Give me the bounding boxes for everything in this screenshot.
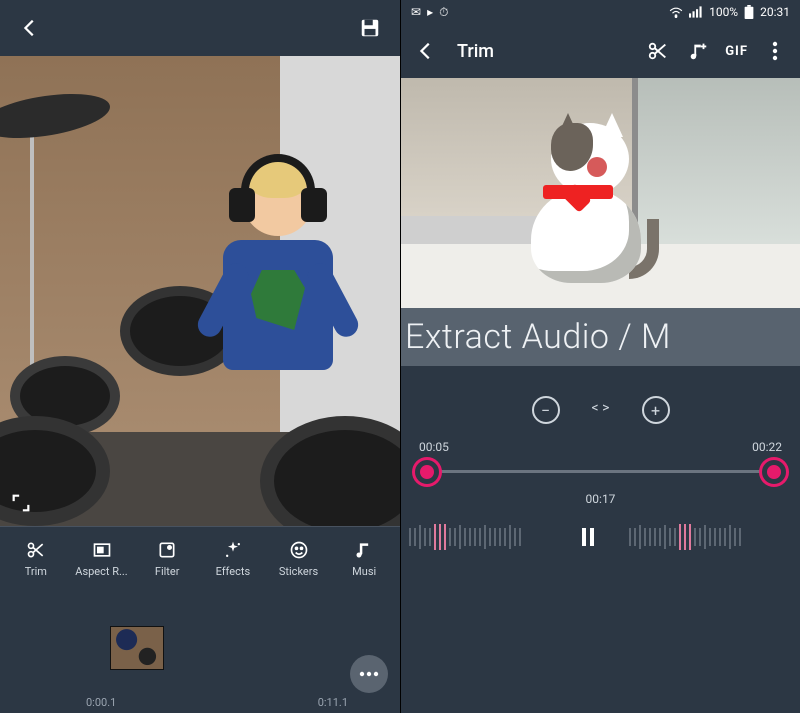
timeline[interactable]: 0:00.1 0:11.1 xyxy=(0,586,400,713)
expand-icon xyxy=(10,492,32,514)
tool-filter[interactable]: Filter xyxy=(135,535,199,582)
notification-play-icon: ▸ xyxy=(427,5,433,19)
cut-button[interactable] xyxy=(645,38,671,64)
notification-mail-icon: ✉ xyxy=(411,5,421,19)
tool-trim[interactable]: Trim xyxy=(4,535,68,582)
tool-label: Trim xyxy=(4,565,68,578)
trim-screen: ✉ ▸ ⏱ 100% 20:31 Trim xyxy=(400,0,800,713)
add-music-button[interactable] xyxy=(685,38,711,64)
zoom-controls: − < > + xyxy=(401,366,800,434)
notification-alarm-icon: ⏱ xyxy=(439,5,448,20)
page-title: Trim xyxy=(457,41,494,62)
tool-label: Effects xyxy=(201,565,265,578)
tool-stickers[interactable]: Stickers xyxy=(267,535,331,582)
arrow-left-icon xyxy=(19,17,41,39)
tool-row: Trim Aspect R... Filter Effects Stickers xyxy=(0,526,400,586)
scrub-ruler-right[interactable] xyxy=(629,520,793,554)
preview-content xyxy=(401,78,800,308)
video-preview[interactable] xyxy=(0,56,400,526)
back-button[interactable] xyxy=(16,14,44,42)
status-bar: ✉ ▸ ⏱ 100% 20:31 xyxy=(401,0,800,24)
trim-slider: 00:05 00:22 00:17 xyxy=(401,434,800,506)
pause-button[interactable] xyxy=(581,528,621,546)
zoom-in-button[interactable]: + xyxy=(642,396,670,424)
signal-icon xyxy=(689,6,703,18)
tool-label: Filter xyxy=(135,565,199,578)
fullscreen-button[interactable] xyxy=(10,492,34,516)
sparkle-icon xyxy=(201,539,265,561)
overflow-menu-button[interactable] xyxy=(762,38,788,64)
scissors-icon xyxy=(4,539,68,561)
music-plus-icon xyxy=(687,40,709,62)
fit-icon: < > xyxy=(592,400,610,416)
filter-icon xyxy=(135,539,199,561)
tool-label: Aspect R... xyxy=(70,565,134,578)
tool-label: Stickers xyxy=(267,565,331,578)
trim-current-time: 00:17 xyxy=(415,492,786,506)
tool-effects[interactable]: Effects xyxy=(201,535,265,582)
music-note-icon xyxy=(332,539,396,561)
status-clock: 20:31 xyxy=(760,5,790,19)
zoom-out-button[interactable]: − xyxy=(532,396,560,424)
video-preview[interactable] xyxy=(401,78,800,308)
timeline-start-time: 0:00.1 xyxy=(86,696,116,709)
battery-percent: 100% xyxy=(709,5,738,19)
zoom-fit-button[interactable]: < > xyxy=(584,396,618,420)
caption-overlay: Extract Audio / M xyxy=(401,308,800,366)
more-vert-icon xyxy=(772,41,778,61)
trim-track[interactable] xyxy=(415,458,786,486)
clip-thumbnail[interactable] xyxy=(110,626,164,670)
back-button[interactable] xyxy=(413,38,439,64)
preview-content xyxy=(0,56,400,526)
scrub-ruler-left[interactable] xyxy=(409,520,573,554)
trim-end-handle[interactable] xyxy=(762,460,786,484)
trim-end-time: 00:22 xyxy=(752,440,782,454)
scissors-icon xyxy=(647,40,669,62)
scrub-row xyxy=(401,506,800,566)
smiley-icon xyxy=(267,539,331,561)
tool-music[interactable]: Musi xyxy=(332,535,396,582)
trim-start-handle[interactable] xyxy=(415,460,439,484)
battery-icon xyxy=(744,5,754,19)
more-button[interactable] xyxy=(350,655,388,693)
trim-start-time: 00:05 xyxy=(419,440,449,454)
arrow-left-icon xyxy=(415,40,437,62)
app-bar xyxy=(0,0,400,56)
tool-label: Musi xyxy=(332,565,396,578)
save-icon xyxy=(359,17,381,39)
app-bar: Trim GIF xyxy=(401,24,800,78)
tool-aspect-ratio[interactable]: Aspect R... xyxy=(70,535,134,582)
minus-icon: − xyxy=(541,401,550,420)
editor-screen: Trim Aspect R... Filter Effects Stickers xyxy=(0,0,400,713)
gif-button[interactable]: GIF xyxy=(725,38,748,64)
timeline-end-time: 0:11.1 xyxy=(318,696,348,709)
wifi-icon xyxy=(669,6,683,18)
ellipsis-icon xyxy=(359,671,379,677)
plus-icon: + xyxy=(651,401,660,420)
save-button[interactable] xyxy=(356,14,384,42)
aspect-ratio-icon xyxy=(70,539,134,561)
pause-icon xyxy=(581,528,595,546)
